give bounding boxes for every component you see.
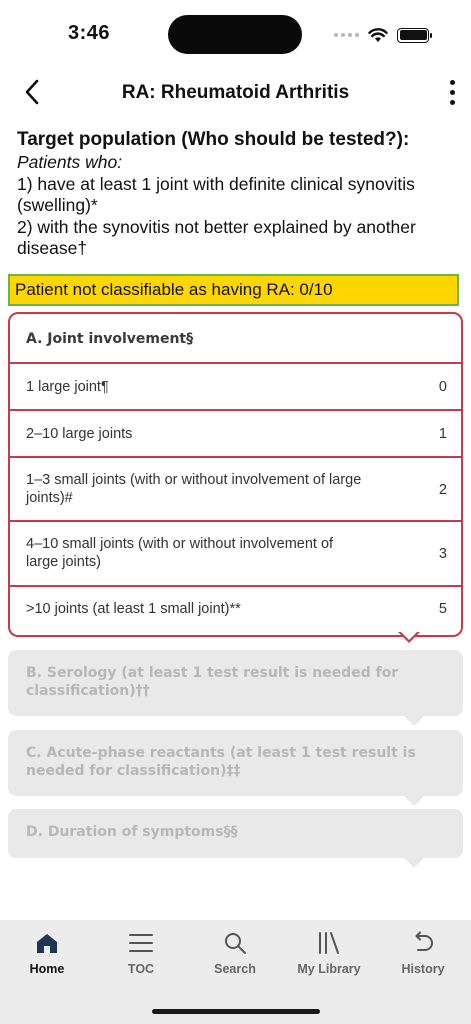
tab-label: History — [401, 962, 445, 976]
option-label: 2–10 large joints — [26, 426, 133, 442]
search-icon — [225, 933, 246, 954]
library-icon — [319, 932, 339, 954]
option-label: 4–10 small joints (with or without invol… — [26, 536, 334, 570]
option-points: 1 — [438, 426, 447, 442]
tab-label: TOC — [127, 962, 155, 976]
tab-my-library[interactable]: My Library — [282, 926, 376, 982]
option-row[interactable]: 1–3 small joints (with or without involv… — [10, 458, 461, 522]
option-row[interactable]: 4–10 small joints (with or without invol… — [10, 522, 461, 587]
criterion-2: 2) with the synovitis not better explain… — [17, 216, 416, 259]
acute-phase-section[interactable]: C. Acute-phase reactants (at least 1 tes… — [8, 730, 463, 806]
tab-label: Home — [29, 962, 65, 976]
tab-label: My Library — [297, 962, 361, 976]
option-label: 1 large joint¶ — [26, 379, 109, 395]
status-time: 3:46 — [68, 22, 111, 44]
option-points: 2 — [438, 482, 447, 498]
more-options-button[interactable] — [440, 76, 464, 108]
list-icon — [129, 934, 153, 952]
tab-search[interactable]: Search — [188, 926, 282, 982]
home-indicator[interactable] — [152, 1009, 320, 1014]
option-points: 0 — [438, 379, 447, 395]
content-area: 3:46 RA: Rheumatoid Arthritis Target pop… — [0, 0, 471, 920]
home-icon — [37, 934, 57, 953]
tab-home[interactable]: Home — [0, 926, 94, 982]
score-banner: Patient not classifiable as having RA: 0… — [8, 274, 459, 306]
option-label: 1–3 small joints (with or without involv… — [26, 472, 362, 506]
history-icon — [415, 931, 433, 951]
tab-history[interactable]: History — [376, 926, 470, 982]
option-row[interactable]: 2–10 large joints 1 — [10, 411, 461, 458]
tab-toc[interactable]: TOC — [94, 926, 188, 982]
duration-section[interactable]: D. Duration of symptoms§§ — [8, 809, 463, 868]
signal-dots-icon — [334, 33, 359, 37]
status-icons — [334, 24, 432, 46]
page-title: RA: Rheumatoid Arthritis — [121, 82, 350, 103]
option-label: >10 joints (at least 1 small joint)** — [26, 601, 241, 617]
battery-icon — [397, 27, 432, 43]
card-pointer-inner — [401, 632, 417, 640]
tab-label: Search — [214, 962, 256, 976]
joint-involvement-title: A. Joint involvement§ — [10, 314, 461, 364]
option-row[interactable]: 1 large joint¶ 0 — [10, 364, 461, 411]
criterion-1: 1) have at least 1 joint with definite c… — [17, 173, 415, 216]
joint-involvement-card: A. Joint involvement§ 1 large joint¶ 0 2… — [8, 312, 463, 637]
wifi-icon — [368, 28, 388, 42]
serology-section[interactable]: B. Serology (at least 1 test result is n… — [8, 650, 463, 726]
option-points: 5 — [438, 601, 447, 617]
target-population-subheading: Patients who: — [17, 152, 123, 172]
option-row[interactable]: >10 joints (at least 1 small joint)** 5 — [10, 587, 461, 634]
target-population-heading: Target population (Who should be tested?… — [17, 129, 410, 150]
more-vertical-icon — [449, 79, 455, 85]
option-points: 3 — [438, 546, 447, 562]
dynamic-island — [168, 15, 302, 54]
target-population: Target population (Who should be tested?… — [17, 128, 462, 260]
